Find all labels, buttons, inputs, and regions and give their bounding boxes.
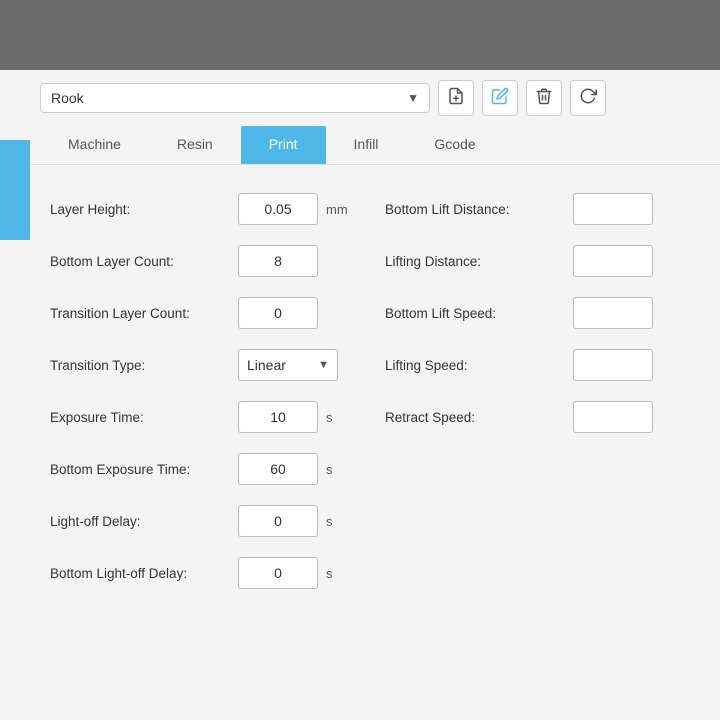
delete-button[interactable] (526, 80, 562, 116)
sidebar-accent (0, 140, 30, 240)
profile-value: Rook (51, 90, 84, 106)
retract-speed-input[interactable] (573, 401, 653, 433)
lightoff-delay-unit: s (326, 514, 346, 529)
tab-resin[interactable]: Resin (149, 126, 241, 164)
exposure-time-input[interactable] (238, 401, 318, 433)
bottom-lift-speed-label: Bottom Lift Speed: (385, 306, 565, 321)
tabs-row: Machine Resin Print Infill Gcode (0, 126, 720, 165)
main-content: Rook ▼ (0, 70, 720, 720)
transition-layer-count-row: Transition Layer Count: (50, 289, 365, 337)
bottom-lift-distance-input[interactable] (573, 193, 653, 225)
save-icon (447, 87, 465, 110)
bottom-lift-distance-row: Bottom Lift Distance: (385, 185, 700, 233)
profile-dropdown[interactable]: Rook ▼ (40, 83, 430, 113)
lifting-distance-row: Lifting Distance: (385, 237, 700, 285)
refresh-button[interactable] (570, 80, 606, 116)
lifting-distance-label: Lifting Distance: (385, 254, 565, 269)
lifting-speed-label: Lifting Speed: (385, 358, 565, 373)
lifting-speed-input[interactable] (573, 349, 653, 381)
transition-type-dropdown[interactable]: Linear ▼ (238, 349, 338, 381)
top-bar (0, 0, 720, 70)
tab-machine[interactable]: Machine (40, 126, 149, 164)
right-column: Bottom Lift Distance: Lifting Distance: … (365, 185, 700, 597)
retract-speed-row: Retract Speed: (385, 393, 700, 441)
transition-type-label: Transition Type: (50, 358, 230, 373)
layer-height-label: Layer Height: (50, 202, 230, 217)
bottom-layer-count-label: Bottom Layer Count: (50, 254, 230, 269)
layer-height-unit: mm (326, 202, 348, 217)
bottom-lift-distance-label: Bottom Lift Distance: (385, 202, 565, 217)
bottom-exposure-time-label: Bottom Exposure Time: (50, 462, 230, 477)
tab-infill[interactable]: Infill (326, 126, 407, 164)
save-button[interactable] (438, 80, 474, 116)
edit-icon (491, 87, 509, 110)
transition-type-arrow-icon: ▼ (318, 359, 329, 371)
bottom-lift-speed-input[interactable] (573, 297, 653, 329)
retract-speed-label: Retract Speed: (385, 410, 565, 425)
transition-layer-count-input[interactable] (238, 297, 318, 329)
toolbar-row: Rook ▼ (0, 70, 720, 126)
bottom-lightoff-delay-unit: s (326, 566, 346, 581)
left-column: Layer Height: mm Bottom Layer Count: Tra… (50, 185, 365, 597)
exposure-time-label: Exposure Time: (50, 410, 230, 425)
delete-icon (535, 87, 553, 110)
refresh-icon (579, 87, 597, 110)
lightoff-delay-label: Light-off Delay: (50, 514, 230, 529)
transition-type-value: Linear (247, 357, 286, 373)
bottom-layer-count-row: Bottom Layer Count: (50, 237, 365, 285)
transition-layer-count-label: Transition Layer Count: (50, 306, 230, 321)
bottom-exposure-time-row: Bottom Exposure Time: s (50, 445, 365, 493)
transition-type-row: Transition Type: Linear ▼ (50, 341, 365, 389)
lightoff-delay-row: Light-off Delay: s (50, 497, 365, 545)
lifting-distance-input[interactable] (573, 245, 653, 277)
bottom-lightoff-delay-label: Bottom Light-off Delay: (50, 566, 230, 581)
lightoff-delay-input[interactable] (238, 505, 318, 537)
bottom-lightoff-delay-input[interactable] (238, 557, 318, 589)
bottom-layer-count-input[interactable] (238, 245, 318, 277)
bottom-lift-speed-row: Bottom Lift Speed: (385, 289, 700, 337)
tab-gcode[interactable]: Gcode (406, 126, 503, 164)
exposure-time-unit: s (326, 410, 346, 425)
bottom-lightoff-delay-row: Bottom Light-off Delay: s (50, 549, 365, 597)
layer-height-input[interactable] (238, 193, 318, 225)
lifting-speed-row: Lifting Speed: (385, 341, 700, 389)
bottom-exposure-time-unit: s (326, 462, 346, 477)
tab-print[interactable]: Print (241, 126, 326, 164)
layer-height-row: Layer Height: mm (50, 185, 365, 233)
form-area: Layer Height: mm Bottom Layer Count: Tra… (0, 165, 720, 617)
chevron-down-icon: ▼ (407, 91, 419, 105)
bottom-exposure-time-input[interactable] (238, 453, 318, 485)
edit-button[interactable] (482, 80, 518, 116)
exposure-time-row: Exposure Time: s (50, 393, 365, 441)
